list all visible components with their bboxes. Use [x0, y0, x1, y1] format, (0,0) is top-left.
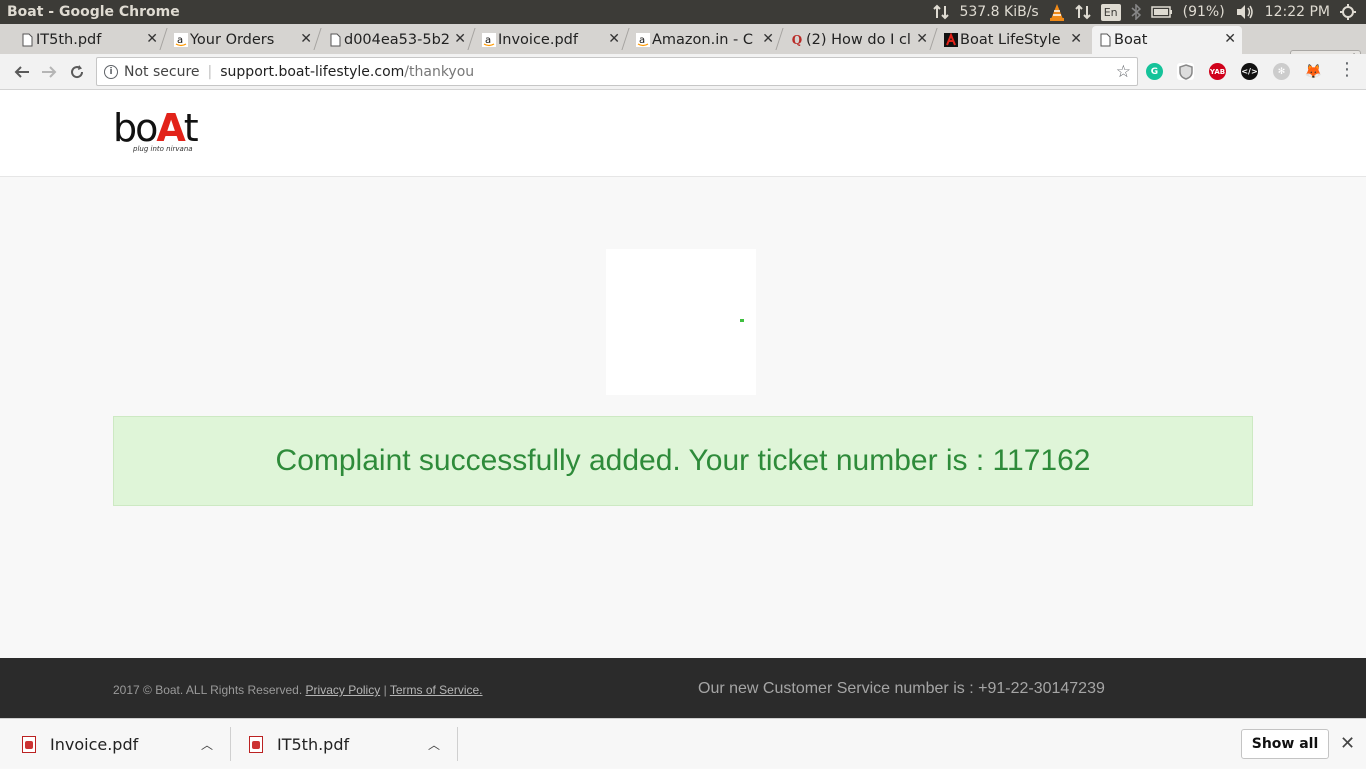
network-updown-icon[interactable] — [933, 3, 950, 21]
battery-percentage: (91%) — [1182, 4, 1225, 20]
site-footer: 2017 © Boat. ALL Rights Reserved. Privac… — [0, 658, 1366, 718]
back-button[interactable] — [10, 60, 34, 84]
tab-label: d004ea53-5b2 — [344, 32, 451, 48]
tab-label: Boat LifeStyle — [960, 32, 1061, 48]
download-shelf: Invoice.pdf ︿ IT5th.pdf ︿ Show all ✕ — [0, 718, 1366, 768]
close-icon[interactable]: ✕ — [1224, 31, 1236, 47]
forward-arrow-icon — [42, 66, 57, 78]
close-icon[interactable]: ✕ — [916, 31, 928, 47]
amazon-icon: a — [482, 32, 496, 48]
back-arrow-icon — [14, 66, 29, 78]
close-icon[interactable]: ✕ — [1340, 733, 1355, 754]
tab-label: Invoice.pdf — [498, 32, 578, 48]
customer-service-number: Our new Customer Service number is : +91… — [698, 680, 1105, 697]
os-top-bar: Boat - Google Chrome 537.8 KiB/s En (91%… — [0, 0, 1366, 24]
url-path: /thankyou — [404, 63, 475, 80]
privacy-policy-link[interactable]: Privacy Policy — [306, 683, 381, 697]
pdf-file-icon — [22, 735, 36, 753]
download-filename: Invoice.pdf — [50, 734, 139, 754]
boat-logo[interactable]: boAt plug into nirvana — [113, 109, 199, 158]
url-host: support.boat-lifestyle.com — [220, 63, 405, 80]
security-label[interactable]: Not secure — [124, 64, 200, 80]
show-all-downloads-button[interactable]: Show all — [1241, 729, 1329, 759]
footer-legal: 2017 © Boat. ALL Rights Reserved. Privac… — [113, 683, 483, 697]
document-icon — [1098, 32, 1112, 48]
loader-box — [606, 249, 756, 395]
bluetooth-icon[interactable] — [1131, 3, 1141, 21]
close-icon[interactable]: ✕ — [608, 31, 620, 47]
logo-tagline: plug into nirvana — [133, 145, 193, 153]
chrome-menu-icon[interactable]: ⋮ — [1338, 61, 1356, 79]
boat-icon — [944, 32, 958, 48]
forward-button[interactable] — [37, 60, 61, 84]
pdf-file-icon — [249, 735, 263, 753]
document-icon — [328, 32, 342, 48]
download-item-it5th[interactable]: IT5th.pdf — [249, 719, 349, 769]
site-header: boAt plug into nirvana — [0, 90, 1366, 177]
success-alert: Complaint successfully added. Your ticke… — [113, 416, 1253, 506]
yab-icon[interactable]: YAB — [1209, 63, 1226, 80]
info-icon[interactable]: i — [104, 64, 118, 79]
tab-label: (2) How do I cl — [806, 32, 911, 48]
battery-icon[interactable] — [1150, 3, 1173, 21]
logo-text-bo: bo — [113, 106, 158, 150]
tab-label: Your Orders — [190, 32, 275, 48]
loader-dot — [740, 319, 744, 322]
quora-icon: Q — [791, 33, 803, 47]
download-item-invoice[interactable]: Invoice.pdf — [22, 719, 138, 769]
logo-text-a: A — [156, 106, 185, 150]
tab-boat-lifestyle[interactable]: Boat LifeStyle ✕ — [938, 26, 1088, 54]
close-icon[interactable]: ✕ — [300, 31, 312, 47]
logo-text-t: t — [183, 106, 199, 150]
reload-button[interactable] — [65, 60, 89, 84]
tab-quora[interactable]: Q (2) How do I cl ✕ — [784, 26, 934, 54]
power-gear-icon[interactable] — [1340, 3, 1356, 21]
metamask-fox-icon[interactable]: 🦊 — [1305, 63, 1322, 80]
url-divider: | — [207, 63, 213, 80]
settings-gear-icon[interactable]: ✻ — [1273, 63, 1290, 80]
bookmark-star-icon[interactable]: ☆ — [1116, 62, 1131, 82]
tab-amazon-in[interactable]: a Amazon.in - C ✕ — [630, 26, 780, 54]
browser-toolbar: i Not secure | support.boat-lifestyle.co… — [0, 54, 1366, 90]
reload-icon — [71, 65, 84, 79]
tab-label: Boat — [1114, 32, 1148, 48]
tab-strip: IT5th.pdf ✕ a Your Orders ✕ d004ea53-5b2… — [0, 24, 1366, 72]
download-divider — [457, 727, 458, 761]
amazon-icon: a — [636, 32, 650, 48]
code-icon[interactable]: </> — [1241, 63, 1258, 80]
tab-label: Amazon.in - C — [652, 32, 754, 48]
vlc-icon[interactable] — [1049, 3, 1065, 21]
clock[interactable]: 12:22 PM — [1265, 4, 1330, 20]
tab-label: IT5th.pdf — [36, 32, 102, 48]
network-speed: 537.8 KiB/s — [959, 4, 1039, 20]
page-content: boAt plug into nirvana Complaint success… — [0, 90, 1366, 718]
terms-of-service-link[interactable]: Terms of Service. — [390, 683, 483, 697]
tab-d004ea53[interactable]: d004ea53-5b2 ✕ — [322, 26, 472, 54]
chevron-up-icon[interactable]: ︿ — [201, 736, 213, 753]
tab-invoice-pdf[interactable]: a Invoice.pdf ✕ — [476, 26, 626, 54]
amazon-icon: a — [174, 32, 188, 48]
success-message: Complaint successfully added. Your ticke… — [275, 444, 1091, 477]
keyboard-layout-indicator[interactable]: En — [1100, 3, 1121, 21]
document-icon — [20, 32, 34, 48]
shield-icon[interactable] — [1177, 63, 1194, 80]
window-title: Boat - Google Chrome — [7, 4, 180, 20]
copyright-text: 2017 © Boat. ALL Rights Reserved. — [113, 683, 303, 697]
download-filename: IT5th.pdf — [277, 734, 350, 754]
footer-separator: | — [383, 683, 387, 697]
close-icon[interactable]: ✕ — [146, 31, 158, 47]
close-icon[interactable]: ✕ — [1070, 31, 1082, 47]
chevron-up-icon[interactable]: ︿ — [428, 736, 440, 753]
tab-it5th-pdf[interactable]: IT5th.pdf ✕ — [14, 26, 164, 54]
transfer-icon[interactable] — [1074, 3, 1091, 21]
address-bar[interactable]: i Not secure | support.boat-lifestyle.co… — [96, 57, 1138, 86]
close-icon[interactable]: ✕ — [454, 31, 466, 47]
close-icon[interactable]: ✕ — [762, 31, 774, 47]
volume-icon[interactable] — [1235, 3, 1255, 21]
tab-your-orders[interactable]: a Your Orders ✕ — [168, 26, 318, 54]
grammarly-icon[interactable]: G — [1146, 63, 1163, 80]
tab-boat-active[interactable]: Boat ✕ — [1092, 26, 1242, 54]
download-divider — [230, 727, 231, 761]
